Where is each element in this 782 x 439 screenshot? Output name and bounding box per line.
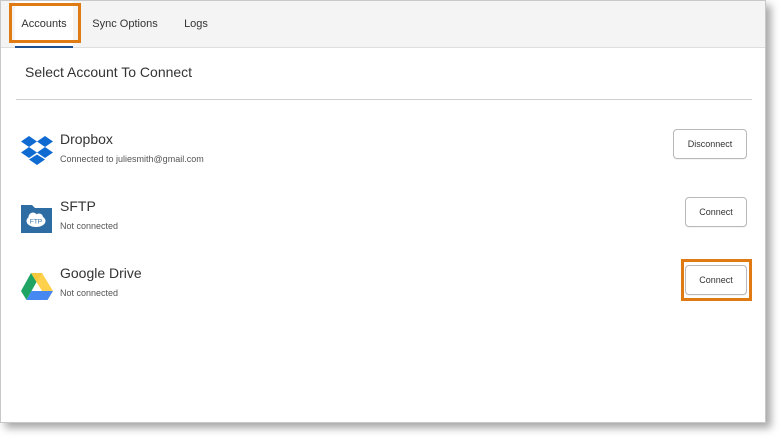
tab-sync-options[interactable]: Sync Options [89,1,161,47]
app-window: Accounts Sync Options Logs Select Accoun… [0,0,766,423]
sftp-icon-label: FTP [30,219,42,226]
sftp-folder-icon: FTP [20,202,54,236]
connect-button-sftp[interactable]: Connect [685,197,747,227]
divider [16,99,752,100]
section-title: Select Account To Connect [25,64,193,80]
account-name: SFTP [60,198,96,214]
account-name: Dropbox [60,131,113,147]
account-status: Not connected [60,221,119,231]
tab-logs[interactable]: Logs [179,1,213,47]
account-status: Connected to juliesmith@gmail.com [60,154,204,164]
connect-button-google-drive[interactable]: Connect [685,265,747,295]
dropbox-icon [20,135,54,169]
tab-accounts[interactable]: Accounts [15,1,73,48]
account-status: Not connected [60,288,119,298]
account-name: Google Drive [60,265,142,281]
google-drive-icon [20,269,54,303]
disconnect-button[interactable]: Disconnect [673,129,747,159]
tab-bar: Accounts Sync Options Logs [1,1,765,48]
account-row-sftp: FTP SFTP Not connected Connect [1,197,767,248]
account-row-google-drive: Google Drive Not connected Connect [1,265,767,315]
account-row-dropbox: Dropbox Connected to juliesmith@gmail.co… [1,129,767,181]
